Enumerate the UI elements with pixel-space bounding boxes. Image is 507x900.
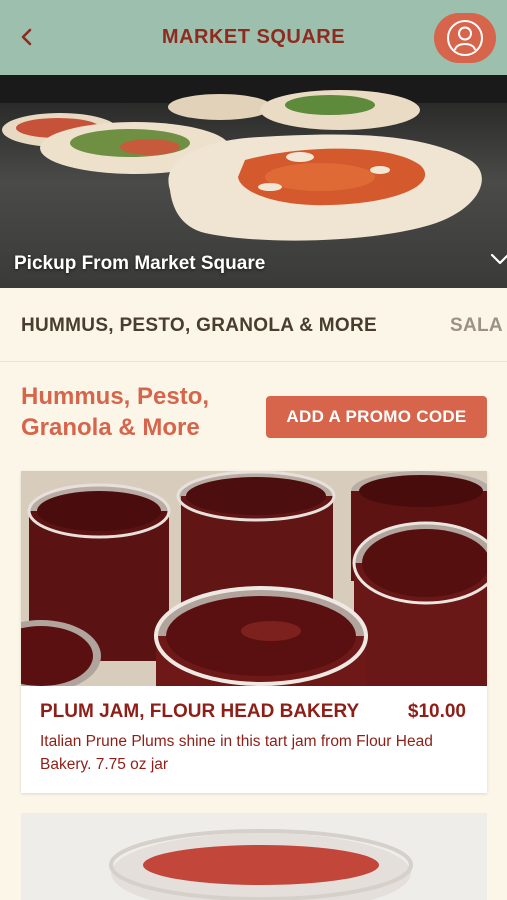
product-card[interactable] <box>21 813 487 900</box>
pickup-location-label: Pickup From Market Square <box>14 253 266 274</box>
user-icon <box>447 20 483 56</box>
tab-hummus-pesto-granola[interactable]: HUMMUS, PESTO, GRANOLA & MORE <box>21 315 377 337</box>
product-description: Italian Prune Plums shine in this tart j… <box>40 733 433 773</box>
top-bar: MARKET SQUARE <box>0 0 507 75</box>
section-title: Hummus, Pesto, Granola & More <box>21 383 210 441</box>
product-image <box>21 813 487 900</box>
store-hero[interactable]: Pickup From Market Square <box>0 75 507 288</box>
chevron-down-icon <box>490 253 507 265</box>
add-promo-code-button[interactable]: ADD A PROMO CODE <box>266 396 487 438</box>
product-name: PLUM JAM, FLOUR HEAD BAKERY <box>40 701 360 722</box>
jam-jars-image <box>21 471 487 686</box>
profile-button[interactable] <box>434 13 496 63</box>
product-card[interactable]: PLUM JAM, FLOUR HEAD BAKERY $10.00 Itali… <box>21 471 487 793</box>
tab-salads[interactable]: SALA <box>450 315 503 337</box>
category-tabs: HUMMUS, PESTO, GRANOLA & MORE SALA <box>0 288 507 362</box>
product-image <box>21 471 487 686</box>
product-price: $10.00 <box>407 701 466 722</box>
page-title: MARKET SQUARE <box>161 26 346 48</box>
